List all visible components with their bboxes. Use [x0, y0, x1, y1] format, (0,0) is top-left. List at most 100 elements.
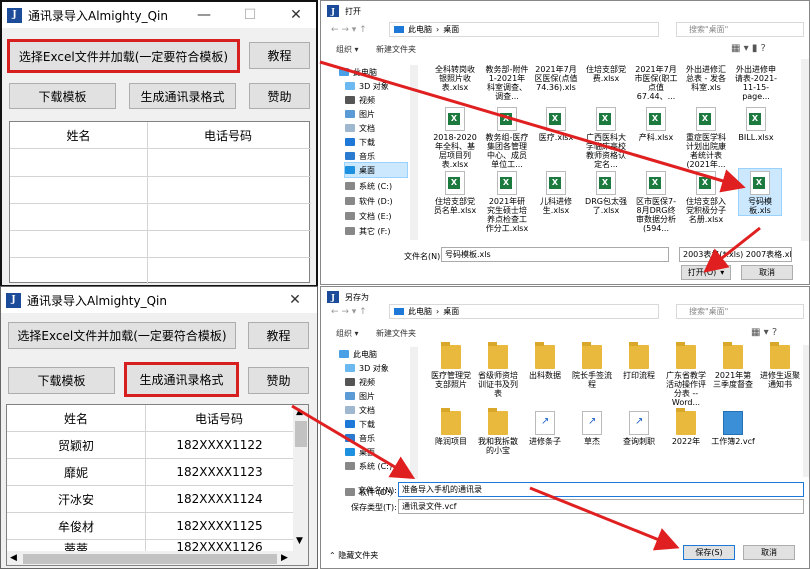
scroll-down-icon[interactable]: ▼ [296, 536, 303, 546]
donate-button[interactable]: 赞助 [249, 83, 310, 109]
table-row-name[interactable]: 汗冰安 [7, 486, 145, 512]
shortcut-item[interactable]: 草杰 [570, 411, 614, 446]
scroll-right-icon[interactable]: ▶ [281, 553, 288, 563]
folder-item[interactable]: 出科数据 [523, 342, 567, 380]
download-template-button[interactable]: 下载模板 [8, 367, 115, 394]
scroll-left-icon[interactable]: ◀ [10, 553, 17, 563]
file-item-medical-group[interactable]: 教务组-医疗集团各管理中心、成员单位工... [485, 107, 529, 169]
tutorial-button[interactable]: 教程 [248, 322, 309, 349]
nav-item-drive-e[interactable]: 文档 (E:) [345, 209, 392, 223]
file-item-bill[interactable]: BILL.xlsx [734, 107, 778, 142]
file-item-number-template[interactable]: 号码模板.xls [738, 168, 782, 216]
breadcrumb-root[interactable]: 此电脑 [408, 306, 432, 317]
address-bar[interactable]: 此电脑 › 桌面 [389, 22, 659, 37]
close-button[interactable]: ✕ [275, 287, 315, 313]
filename-input[interactable]: 准备导入手机的通讯录 [398, 482, 804, 497]
view-options-icon[interactable]: ▦ ▾ ? [751, 327, 777, 338]
new-folder-button[interactable]: 新建文件夹 [376, 44, 416, 55]
nav-item-video[interactable]: 视频 [345, 93, 375, 107]
nav-item-desktop[interactable]: 桌面 [344, 162, 408, 178]
generate-contacts-button[interactable]: 生成通讯录格式 [129, 83, 236, 109]
nav-scrollbar[interactable] [410, 65, 418, 240]
folder-item[interactable]: 我和我拆散的小宝 [476, 408, 520, 455]
file-item-party-members[interactable]: 住培支部党员名单.xlsx [433, 171, 477, 215]
nav-item-desktop[interactable]: 桌面 [345, 445, 375, 459]
organize-button[interactable]: 组织 ▾ [336, 44, 359, 55]
table-row-phone[interactable]: 182XXXX1123 [146, 459, 293, 485]
file-item[interactable]: 外出进修汇总表 - 发各科室.xls [684, 65, 728, 92]
breadcrumb-current[interactable]: 桌面 [443, 306, 459, 317]
file-item-drg-analysis[interactable]: 区市医保7-8月DRG终审数据分析(594... [634, 171, 678, 233]
organize-button[interactable]: 组织 ▾ [336, 328, 359, 339]
nav-back-icon[interactable]: ← → ▾ ↑ [331, 25, 367, 35]
navigation-pane[interactable]: 此电脑 3D 对象 视频 图片 文档 下载 音乐 桌面 系统 (C:) 软件 (… [339, 65, 411, 240]
shortcut-item[interactable]: 进修条子 [523, 411, 567, 446]
file-item[interactable]: 住培支部党费.xlsx [584, 65, 628, 83]
folder-item[interactable]: 医疗管理党支部照片 [429, 342, 473, 389]
file-item[interactable]: 教务部-附件1-2021年科室调查、调查... [485, 65, 529, 101]
contacts-grid[interactable]: 姓名 电话号码 贸颖初 182XXXX1122 靡妮 182XXXX1123 汗… [6, 404, 309, 566]
column-header-phone[interactable]: 电话号码 [147, 122, 309, 148]
nav-item-3d[interactable]: 3D 对象 [345, 79, 389, 93]
filetype-select[interactable]: 2003表格(*.xls) 2007表格.xlsx [679, 247, 792, 262]
nav-scrollbar[interactable] [410, 347, 418, 479]
file-item[interactable]: 2021年7月区医保(点值74.36).xls [534, 65, 578, 92]
vcf-file-item[interactable]: 工作簿2.vcf [711, 411, 755, 446]
column-header-name[interactable]: 姓名 [7, 405, 145, 431]
nav-item-pc[interactable]: 此电脑 [339, 347, 377, 361]
nav-item-music[interactable]: 音乐 [345, 149, 375, 163]
cancel-button[interactable]: 取消 [743, 545, 795, 560]
file-item[interactable]: 全科转岗收银照片收表.xlsx [433, 65, 477, 92]
nav-item-drive-d[interactable]: 软件 (D:) [345, 194, 393, 208]
search-input[interactable]: 搜索"桌面" [676, 22, 804, 37]
nav-item-pc[interactable]: 此电脑 [339, 65, 377, 79]
folder-item[interactable]: 2022年 [664, 408, 708, 446]
column-header-phone[interactable]: 电话号码 [145, 405, 293, 431]
folder-item[interactable]: 降润项目 [429, 408, 473, 446]
folder-item[interactable]: 2021年第三季度督查 [711, 342, 755, 389]
view-options-icon[interactable]: ▦ ▾ ▮ ? [731, 43, 766, 54]
breadcrumb-root[interactable]: 此电脑 [408, 24, 432, 35]
new-folder-button[interactable]: 新建文件夹 [376, 328, 416, 339]
minimize-button[interactable]: — [184, 2, 224, 28]
nav-item-drive-c[interactable]: 系统 (C:) [345, 459, 392, 473]
nav-item-video[interactable]: 视频 [345, 375, 375, 389]
folder-item[interactable]: 省级师资培训证书及列表 [476, 342, 520, 398]
select-excel-button[interactable]: 选择Excel文件并加载(一定要符合模板) [8, 322, 236, 349]
table-row-phone[interactable]: 182XXXX1125 [146, 513, 293, 539]
file-list-scrollbar[interactable] [803, 345, 809, 477]
address-bar[interactable]: 此电脑 › 桌面 [389, 304, 659, 319]
table-row-phone[interactable]: 182XXXX1124 [146, 486, 293, 512]
folder-item[interactable]: 广东省教学活动操作评分表 --Word... [664, 342, 708, 407]
file-item[interactable]: 2021年7月市医保(职工点值67.44、... [634, 65, 678, 101]
open-button[interactable]: 打开(O) ▾ [681, 265, 731, 280]
contacts-grid[interactable]: 姓名 电话号码 [9, 121, 311, 284]
select-excel-button[interactable]: 选择Excel文件并加载(一定要符合模板) [7, 39, 240, 73]
file-list-scrollbar[interactable] [801, 59, 809, 241]
filetype-select[interactable]: 通讯录文件.vcf [398, 499, 804, 514]
scrollbar-thumb[interactable] [295, 421, 307, 447]
table-row-phone[interactable]: 182XXXX1122 [146, 432, 293, 458]
file-list[interactable]: 全科转岗收银照片收表.xlsx 教务部-附件1-2021年科室调查、调查... … [421, 59, 801, 239]
hide-folders-toggle[interactable]: ⌃ 隐藏文件夹 [329, 550, 378, 561]
file-item-icu[interactable]: 重症医学科计划出院康者统计表(2021年... [684, 107, 728, 169]
file-item-medical[interactable]: 医疗.xlsx [534, 107, 578, 142]
column-header-name[interactable]: 姓名 [10, 122, 147, 148]
donate-button[interactable]: 赞助 [248, 367, 309, 394]
file-item-drg[interactable]: DRG包太强了.xlsx [584, 171, 628, 215]
folder-item[interactable]: 打印流程 [617, 342, 661, 380]
file-item[interactable]: 外出进修申请表-2021-11-15-page... [734, 65, 778, 101]
nav-item-downloads[interactable]: 下载 [345, 135, 375, 149]
file-item-guangxi[interactable]: 广西医科大学临床高校教师资格认定名... [584, 107, 628, 169]
generate-contacts-button[interactable]: 生成通讯录格式 [124, 362, 239, 397]
file-item-2018-2020[interactable]: 2018-2020年全科、基层项目列表.xlsx [433, 107, 477, 169]
scroll-up-icon[interactable]: ▲ [296, 407, 303, 417]
navigation-pane[interactable]: 此电脑 3D 对象 视频 图片 文档 下载 音乐 桌面 系统 (C:) [339, 347, 411, 477]
download-template-button[interactable]: 下载模板 [9, 83, 116, 109]
save-button[interactable]: 保存(S) [683, 545, 735, 560]
nav-item-pictures[interactable]: 图片 [345, 389, 375, 403]
nav-item-documents[interactable]: 文档 [345, 121, 375, 135]
close-button[interactable]: ✕ [276, 2, 316, 28]
nav-item-pictures[interactable]: 图片 [345, 107, 375, 121]
table-row-name[interactable]: 贸颖初 [7, 432, 145, 458]
